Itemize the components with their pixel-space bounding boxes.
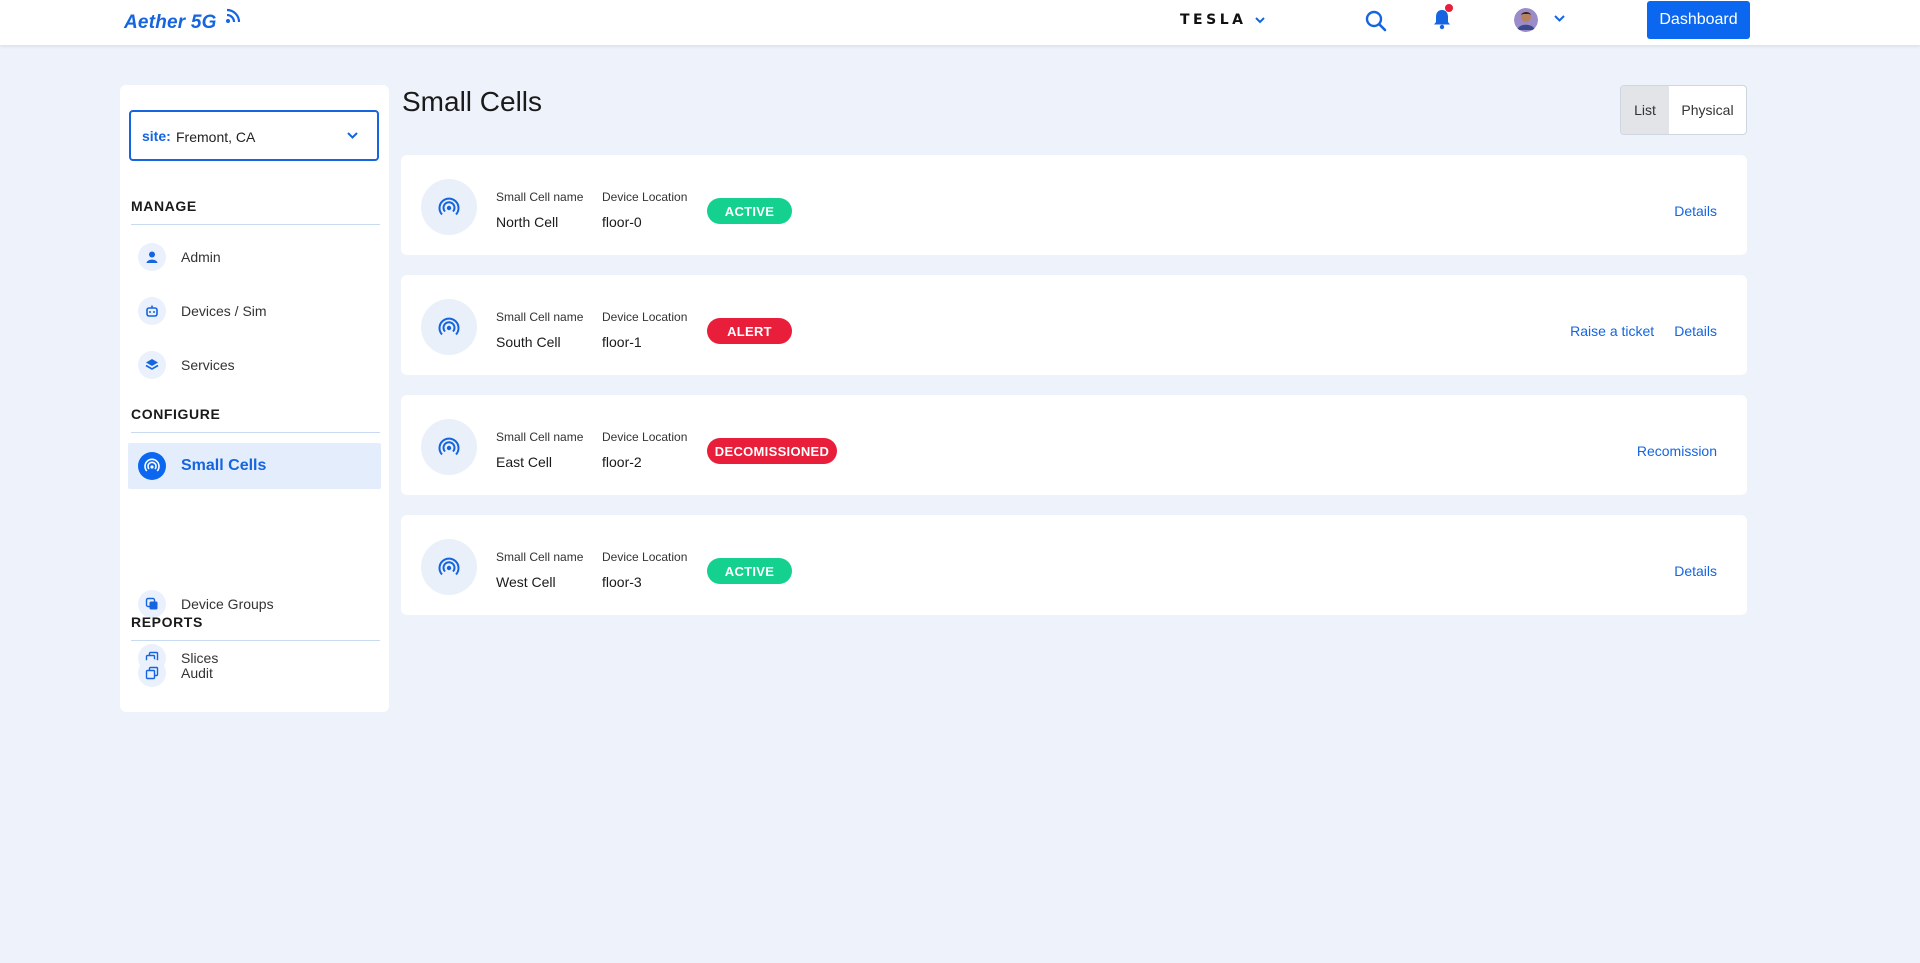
copy-icon [138, 659, 166, 687]
robot-icon [138, 297, 166, 325]
status-badge: ACTIVE [707, 558, 792, 584]
device-location-label: Device Location [602, 310, 688, 324]
tenant-name: TESLA [1180, 12, 1247, 28]
device-location-label: Device Location [602, 190, 688, 204]
cell-name-label: Small Cell name [496, 430, 584, 444]
section-divider [131, 640, 380, 641]
section-title-configure: CONFIGURE [131, 406, 221, 422]
section-title-reports: REPORTS [131, 614, 203, 630]
cell-name: South Cell [496, 334, 561, 350]
chevron-down-icon [347, 132, 358, 139]
sidebar-item-audit[interactable]: Audit [128, 650, 381, 696]
site-value: Fremont, CA [176, 129, 256, 145]
recommission-link[interactable]: Recomission [1637, 443, 1717, 459]
cell-name-label: Small Cell name [496, 190, 584, 204]
card-actions: Details [1674, 558, 1717, 584]
tenant-selector[interactable]: TESLA [1180, 12, 1266, 28]
small-cell-card: Small Cell name West Cell Device Locatio… [401, 515, 1747, 615]
device-location: floor-0 [602, 214, 642, 230]
device-location: floor-2 [602, 454, 642, 470]
sidebar-item-small-cells[interactable]: Small Cells [128, 443, 381, 489]
search-icon[interactable] [1365, 10, 1387, 32]
site-label: site: [142, 128, 171, 144]
app-logo[interactable]: Aether 5G [124, 12, 217, 34]
sidebar-item-label: Admin [181, 249, 221, 265]
device-location-label: Device Location [602, 550, 688, 564]
card-actions: Raise a ticket Details [1570, 318, 1717, 344]
details-link[interactable]: Details [1674, 203, 1717, 219]
small-cell-card: Small Cell name East Cell Device Locatio… [401, 395, 1747, 495]
signal-icon [421, 299, 477, 355]
signal-icon [421, 179, 477, 235]
dashboard-button[interactable]: Dashboard [1647, 1, 1750, 39]
sidebar-item-label: Device Groups [181, 596, 274, 612]
signal-icon [138, 452, 166, 480]
signal-icon [421, 419, 477, 475]
page-title: Small Cells [402, 86, 543, 117]
notification-dot [1445, 4, 1453, 12]
small-cell-card: Small Cell name North Cell Device Locati… [401, 155, 1747, 255]
sidebar-item-devices-sim[interactable]: Devices / Sim [128, 288, 381, 334]
details-link[interactable]: Details [1674, 563, 1717, 579]
sidebar: site: Fremont, CA MANAGE Admin Devices /… [120, 85, 389, 712]
user-avatar-icon [1514, 8, 1538, 32]
avatar[interactable] [1514, 8, 1538, 32]
section-divider [131, 224, 380, 225]
cell-name-label: Small Cell name [496, 550, 584, 564]
site-selector[interactable]: site: Fremont, CA [129, 110, 379, 161]
status-badge: ACTIVE [707, 198, 792, 224]
device-location-label: Device Location [602, 430, 688, 444]
device-location: floor-1 [602, 334, 642, 350]
cell-name-label: Small Cell name [496, 310, 584, 324]
status-badge: ALERT [707, 318, 792, 344]
device-location: floor-3 [602, 574, 642, 590]
details-link[interactable]: Details [1674, 323, 1717, 339]
list-view-button[interactable]: List [1621, 86, 1669, 134]
signal-icon [421, 539, 477, 595]
status-badge: DECOMISSIONED [707, 438, 837, 464]
chevron-down-icon[interactable] [1553, 14, 1566, 23]
card-actions: Recomission [1637, 438, 1717, 464]
physical-view-button[interactable]: Physical [1669, 86, 1746, 134]
top-bar: Aether 5G TESLA Dashboard [0, 0, 1920, 45]
chevron-down-icon [1255, 17, 1266, 24]
layers-icon [138, 351, 166, 379]
section-divider [131, 432, 380, 433]
section-title-manage: MANAGE [131, 198, 197, 214]
small-cell-card: Small Cell name South Cell Device Locati… [401, 275, 1747, 375]
raise-ticket-link[interactable]: Raise a ticket [1570, 323, 1654, 339]
sidebar-item-admin[interactable]: Admin [128, 234, 381, 280]
card-actions: Details [1674, 198, 1717, 224]
user-icon [138, 243, 166, 271]
cell-name: East Cell [496, 454, 553, 470]
view-toggle: List Physical [1620, 85, 1747, 135]
sidebar-item-services[interactable]: Services [128, 342, 381, 388]
cell-name: West Cell [496, 574, 556, 590]
sidebar-item-label: Services [181, 357, 235, 373]
sidebar-item-label: Audit [181, 665, 213, 681]
sidebar-item-label: Small Cells [181, 457, 267, 474]
signal-waves-icon [226, 8, 241, 23]
cell-name: North Cell [496, 214, 559, 230]
sidebar-item-label: Devices / Sim [181, 303, 267, 319]
